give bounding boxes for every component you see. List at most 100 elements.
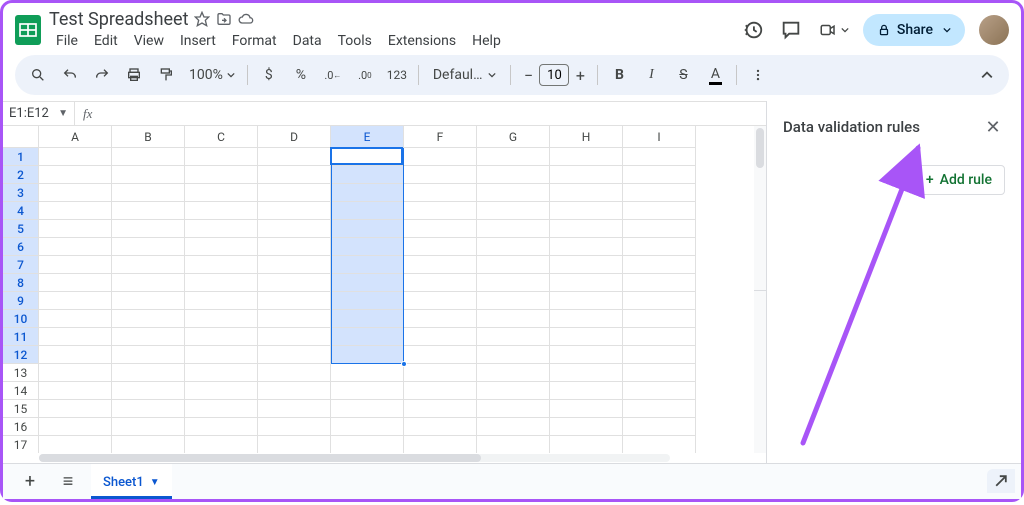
cell[interactable] (185, 292, 258, 310)
row-header[interactable]: 1 (3, 148, 39, 166)
col-header[interactable]: C (185, 126, 258, 148)
cell[interactable] (550, 184, 623, 202)
cell[interactable] (477, 184, 550, 202)
cell[interactable] (258, 166, 331, 184)
cell[interactable] (623, 274, 696, 292)
cell[interactable] (112, 346, 185, 364)
spreadsheet-grid[interactable]: ABCDEFGHI1234567891011121314151617181920… (3, 126, 766, 453)
cell[interactable] (112, 382, 185, 400)
cell[interactable] (404, 238, 477, 256)
cell[interactable] (331, 202, 404, 220)
cell[interactable] (550, 292, 623, 310)
cell[interactable] (258, 364, 331, 382)
cell[interactable] (331, 364, 404, 382)
cell[interactable] (39, 310, 112, 328)
history-icon[interactable] (741, 18, 765, 42)
select-all-corner[interactable] (3, 126, 39, 148)
increase-decimal-button[interactable]: .00 (350, 60, 380, 90)
cell[interactable] (39, 274, 112, 292)
cell[interactable] (550, 400, 623, 418)
col-header[interactable]: D (258, 126, 331, 148)
comment-icon[interactable] (779, 18, 803, 42)
bold-button[interactable]: B (604, 60, 634, 90)
cell[interactable] (258, 256, 331, 274)
cell[interactable] (623, 166, 696, 184)
cell[interactable] (112, 418, 185, 436)
doc-title[interactable]: Test Spreadsheet (49, 9, 188, 30)
cell[interactable] (331, 256, 404, 274)
cell[interactable] (331, 400, 404, 418)
cell[interactable] (39, 346, 112, 364)
cell[interactable] (331, 310, 404, 328)
row-header[interactable]: 16 (3, 418, 39, 436)
cell[interactable] (185, 220, 258, 238)
menu-file[interactable]: File (49, 31, 85, 51)
cell[interactable] (258, 400, 331, 418)
cell[interactable] (258, 238, 331, 256)
cell[interactable] (331, 274, 404, 292)
cell[interactable] (258, 274, 331, 292)
cell[interactable] (477, 382, 550, 400)
cell[interactable] (404, 382, 477, 400)
row-header[interactable]: 8 (3, 274, 39, 292)
cell[interactable] (550, 418, 623, 436)
cell[interactable] (404, 346, 477, 364)
sheet-tab-1[interactable]: Sheet1▼ (91, 464, 172, 499)
cell[interactable] (39, 364, 112, 382)
cell[interactable] (404, 436, 477, 453)
cell[interactable] (112, 202, 185, 220)
cell[interactable] (258, 328, 331, 346)
all-sheets-button[interactable]: ≡ (53, 467, 83, 497)
cell[interactable] (185, 202, 258, 220)
paint-format-button[interactable] (151, 60, 181, 90)
row-header[interactable]: 14 (3, 382, 39, 400)
cell[interactable] (185, 256, 258, 274)
cell[interactable] (39, 148, 112, 166)
cell[interactable] (404, 184, 477, 202)
cell[interactable] (331, 418, 404, 436)
cell[interactable] (550, 238, 623, 256)
cell[interactable] (39, 220, 112, 238)
cell[interactable] (112, 274, 185, 292)
cell[interactable] (477, 256, 550, 274)
cell[interactable] (404, 148, 477, 166)
cell[interactable] (477, 346, 550, 364)
cell[interactable] (550, 166, 623, 184)
cell[interactable] (477, 292, 550, 310)
cell[interactable] (477, 400, 550, 418)
row-header[interactable]: 17 (3, 436, 39, 453)
cell[interactable] (550, 328, 623, 346)
cell[interactable] (623, 292, 696, 310)
cell[interactable] (331, 292, 404, 310)
text-color-button[interactable]: A (700, 60, 730, 90)
horizontal-scrollbar[interactable] (3, 453, 766, 463)
close-panel-button[interactable]: ✕ (981, 115, 1005, 139)
cell[interactable] (623, 310, 696, 328)
cell[interactable] (258, 148, 331, 166)
cell[interactable] (623, 346, 696, 364)
col-header[interactable]: E (331, 126, 404, 148)
search-icon[interactable] (23, 60, 53, 90)
cell[interactable] (185, 274, 258, 292)
cell[interactable] (477, 274, 550, 292)
cell[interactable] (477, 436, 550, 453)
percent-button[interactable]: % (286, 60, 316, 90)
cell[interactable] (39, 292, 112, 310)
row-header[interactable]: 12 (3, 346, 39, 364)
cell[interactable] (39, 436, 112, 453)
font-select[interactable]: Defaul… (425, 67, 505, 83)
star-icon[interactable] (194, 11, 210, 27)
cell[interactable] (404, 274, 477, 292)
cell[interactable] (404, 310, 477, 328)
col-header[interactable]: H (550, 126, 623, 148)
cell[interactable] (258, 202, 331, 220)
cell[interactable] (404, 292, 477, 310)
name-box[interactable]: E1:E12▼ (3, 102, 75, 125)
cell[interactable] (623, 328, 696, 346)
menu-data[interactable]: Data (286, 31, 329, 51)
decrease-decimal-button[interactable]: .0← (318, 60, 348, 90)
redo-button[interactable] (87, 60, 117, 90)
cell[interactable] (112, 436, 185, 453)
more-toolbar-button[interactable] (743, 60, 773, 90)
cell[interactable] (258, 436, 331, 453)
